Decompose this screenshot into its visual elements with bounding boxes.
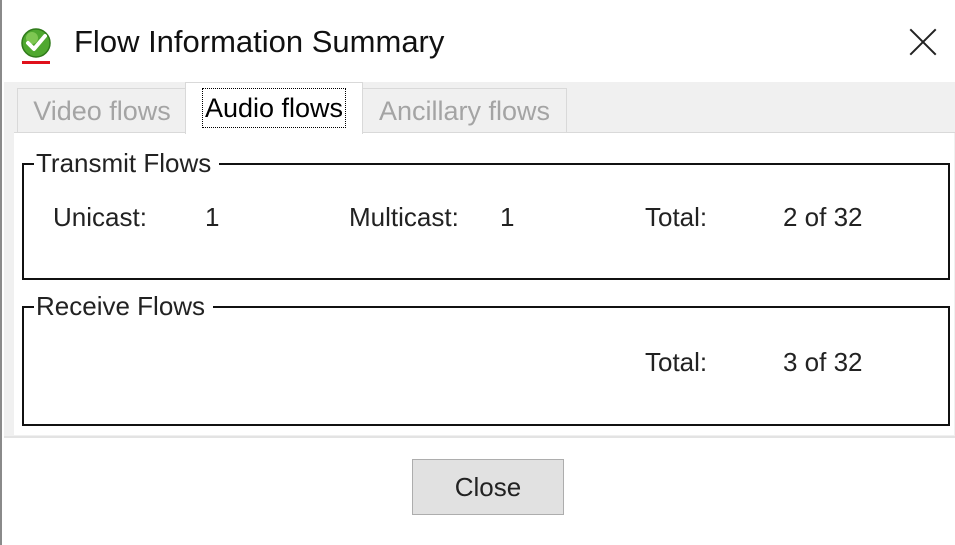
tab-audio-flows-label: Audio flows bbox=[201, 88, 347, 128]
close-button[interactable]: Close bbox=[412, 459, 564, 515]
tab-ancillary-flows[interactable]: Ancillary flows bbox=[362, 88, 567, 132]
unicast-value: 1 bbox=[205, 202, 220, 232]
title-bar: Flow Information Summary bbox=[2, 0, 955, 82]
transmit-flows-group: Transmit Flows Unicast: 1 Multicast: 1 T… bbox=[22, 147, 950, 280]
dialog-content: Video flows Ancillary flows Audio flows … bbox=[4, 82, 955, 436]
receive-flows-group: Receive Flows Total: 3 of 32 bbox=[22, 290, 950, 426]
unicast-label: Unicast: bbox=[53, 202, 147, 232]
receive-total-label: Total: bbox=[645, 347, 708, 377]
transmit-total-value: 2 of 32 bbox=[783, 202, 863, 232]
multicast-label: Multicast: bbox=[349, 202, 459, 232]
tab-audio-flows[interactable]: Audio flows bbox=[185, 82, 363, 134]
green-check-icon bbox=[20, 26, 54, 66]
close-icon[interactable] bbox=[903, 22, 943, 62]
receive-flows-legend: Receive Flows bbox=[34, 290, 214, 322]
multicast-value: 1 bbox=[500, 202, 515, 232]
footer-divider bbox=[4, 436, 955, 438]
audio-flows-panel: Transmit Flows Unicast: 1 Multicast: 1 T… bbox=[14, 133, 954, 435]
receive-total-value: 3 of 32 bbox=[783, 347, 863, 377]
transmit-total-label: Total: bbox=[645, 202, 708, 232]
dialog-title: Flow Information Summary bbox=[74, 24, 445, 59]
transmit-flows-legend: Transmit Flows bbox=[34, 147, 220, 179]
flow-info-dialog: Flow Information Summary Video flows Anc… bbox=[0, 0, 955, 545]
tab-video-flows[interactable]: Video flows bbox=[17, 88, 187, 132]
